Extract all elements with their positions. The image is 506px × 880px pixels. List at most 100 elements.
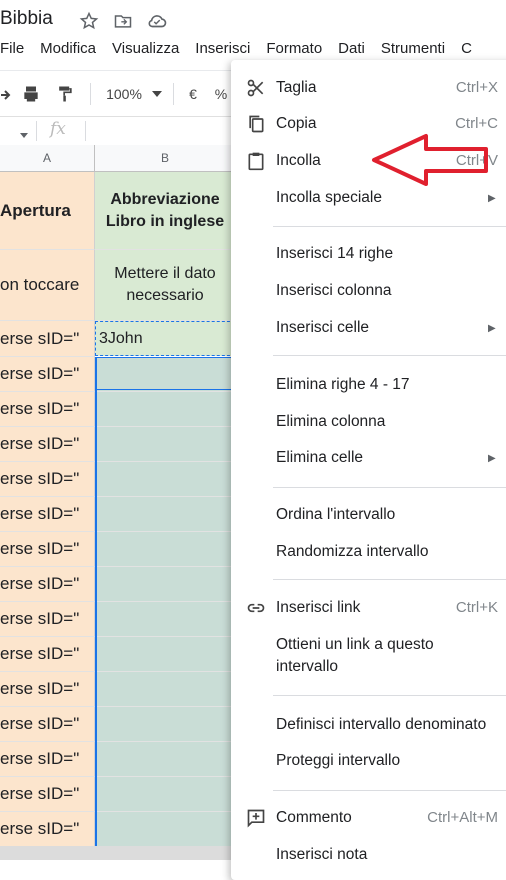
menu-item-cut[interactable]: Taglia xyxy=(276,79,317,97)
menu-tools[interactable]: Strumenti xyxy=(381,40,445,62)
cell-a-text: erse sID=" xyxy=(0,399,80,418)
column-header-a[interactable]: A xyxy=(0,145,95,172)
menu-item-paste[interactable]: Incolla xyxy=(276,152,321,170)
cell-b-row[interactable] xyxy=(95,462,235,497)
cell-b-row[interactable] xyxy=(95,602,235,637)
cell-b-row[interactable] xyxy=(95,707,235,742)
cell-a-row[interactable]: erse sID=" xyxy=(0,812,95,847)
cell-a-text: erse sID=" xyxy=(0,784,80,803)
clipboard-icon xyxy=(246,151,266,171)
menu-item-get-link-line1: Ottieni un link a questo xyxy=(276,636,434,653)
cell-a-row[interactable]: erse sID=" xyxy=(0,707,95,742)
cell-b-row[interactable] xyxy=(95,812,235,847)
cell-a-text: erse sID=" xyxy=(0,434,80,453)
cell-a-row[interactable]: erse sID=" xyxy=(0,462,95,497)
cell-a-row[interactable]: erse sID=" xyxy=(0,357,95,392)
cell-a3[interactable]: erse sID=" xyxy=(0,321,95,357)
menu-item-insert-column[interactable]: Inserisci colonna xyxy=(276,282,391,300)
cell-a-text: erse sID=" xyxy=(0,644,80,663)
menu-more[interactable]: C xyxy=(461,40,472,62)
cell-b3-text: 3John xyxy=(99,329,143,347)
shortcut-cut: Ctrl+X xyxy=(455,79,498,96)
cell-a-text: erse sID=" xyxy=(0,504,80,523)
cell-a-row[interactable]: erse sID=" xyxy=(0,567,95,602)
cell-a2[interactable]: on toccare xyxy=(0,250,95,321)
menu-item-insert-rows[interactable]: Inserisci 14 righe xyxy=(276,245,393,263)
redo-icon[interactable] xyxy=(0,79,14,109)
cell-a-row[interactable]: erse sID=" xyxy=(0,742,95,777)
submenu-arrow-icon: ▶ xyxy=(488,193,496,204)
shortcut-copy: Ctrl+C xyxy=(455,115,498,132)
menu-item-paste-special[interactable]: Incolla speciale xyxy=(276,189,382,207)
paint-format-icon[interactable] xyxy=(48,79,82,109)
move-folder-icon[interactable] xyxy=(112,10,134,32)
cell-b-row[interactable] xyxy=(95,532,235,567)
menu-item-insert-cells[interactable]: Inserisci celle xyxy=(276,319,369,337)
document-title[interactable]: Bibbia xyxy=(0,8,53,30)
cell-b-row[interactable] xyxy=(95,427,235,462)
cell-b-row[interactable] xyxy=(95,567,235,602)
cell-a-row[interactable]: erse sID=" xyxy=(0,532,95,567)
zoom-select[interactable]: 100% xyxy=(99,79,149,109)
zoom-value: 100% xyxy=(106,86,142,102)
menu-insert[interactable]: Inserisci xyxy=(195,40,250,62)
cell-b-row[interactable] xyxy=(95,497,235,532)
star-icon[interactable] xyxy=(78,10,100,32)
cell-a-row[interactable]: erse sID=" xyxy=(0,427,95,462)
horizontal-scrollbar[interactable] xyxy=(0,846,231,860)
cell-a-row[interactable]: erse sID=" xyxy=(0,672,95,707)
active-cell-outline xyxy=(95,357,235,390)
link-icon xyxy=(246,598,266,618)
cell-b1-text: Abbreviazione Libro in inglese xyxy=(105,190,225,230)
menu-item-define-named-range[interactable]: Definisci intervallo denominato xyxy=(276,716,486,734)
cell-b-row[interactable] xyxy=(95,672,235,707)
menu-file[interactable]: File xyxy=(0,40,24,62)
cell-a2-text: on toccare xyxy=(0,275,80,294)
menu-divider xyxy=(273,695,506,696)
menu-item-randomize-range[interactable]: Randomizza intervallo xyxy=(276,543,429,561)
menu-item-delete-rows[interactable]: Elimina righe 4 - 17 xyxy=(276,376,410,394)
cell-b1[interactable]: Abbreviazione Libro in inglese xyxy=(95,172,235,250)
menu-divider xyxy=(273,790,506,791)
menu-divider xyxy=(273,226,506,227)
cell-a-text: erse sID=" xyxy=(0,469,80,488)
cell-b-row[interactable] xyxy=(95,777,235,812)
cell-a1-text: Apertura xyxy=(0,200,71,220)
cell-a-row[interactable]: erse sID=" xyxy=(0,392,95,427)
currency-format-button[interactable]: € xyxy=(182,79,204,109)
scissors-icon xyxy=(246,78,266,98)
menu-item-delete-cells[interactable]: Elimina celle xyxy=(276,449,363,467)
menu-view[interactable]: Visualizza xyxy=(112,40,179,62)
menu-item-sort-range[interactable]: Ordina l'intervallo xyxy=(276,506,395,524)
menu-item-protect-range[interactable]: Proteggi intervallo xyxy=(276,752,400,770)
cell-a-row[interactable]: erse sID=" xyxy=(0,637,95,672)
cell-a-row[interactable]: erse sID=" xyxy=(0,777,95,812)
cell-a-row[interactable]: erse sID=" xyxy=(0,602,95,637)
cell-a1[interactable]: Apertura xyxy=(0,172,95,250)
menu-item-get-link[interactable]: Ottieni un link a questo intervallo xyxy=(276,636,434,676)
cell-a3-text: erse sID=" xyxy=(0,328,80,348)
cell-b3-copied[interactable]: 3John xyxy=(95,321,235,356)
menu-data[interactable]: Dati xyxy=(338,40,365,62)
cell-a-text: erse sID=" xyxy=(0,609,80,628)
menu-item-delete-column[interactable]: Elimina colonna xyxy=(276,413,385,431)
cell-b-row[interactable] xyxy=(95,392,235,427)
menu-item-comment[interactable]: Commento xyxy=(276,809,352,827)
menu-item-insert-link[interactable]: Inserisci link xyxy=(276,599,360,617)
menu-edit[interactable]: Modifica xyxy=(40,40,96,62)
cloud-saved-icon[interactable] xyxy=(146,10,168,32)
print-icon[interactable] xyxy=(14,79,48,109)
column-header-b[interactable]: B xyxy=(95,145,235,172)
menu-format[interactable]: Formato xyxy=(266,40,322,62)
menu-item-copy[interactable]: Copia xyxy=(276,115,317,133)
menu-item-insert-note[interactable]: Inserisci nota xyxy=(276,846,367,864)
cell-b-row[interactable] xyxy=(95,742,235,777)
cell-a-text: erse sID=" xyxy=(0,539,80,558)
shortcut-comment: Ctrl+Alt+M xyxy=(427,809,498,826)
currency-label: € xyxy=(189,86,197,102)
name-box-dropdown-icon[interactable] xyxy=(20,125,28,143)
cell-b-row[interactable] xyxy=(95,637,235,672)
cell-a-row[interactable]: erse sID=" xyxy=(0,497,95,532)
chevron-down-icon[interactable] xyxy=(149,79,165,109)
cell-b2[interactable]: Mettere il dato necessario xyxy=(95,250,235,321)
